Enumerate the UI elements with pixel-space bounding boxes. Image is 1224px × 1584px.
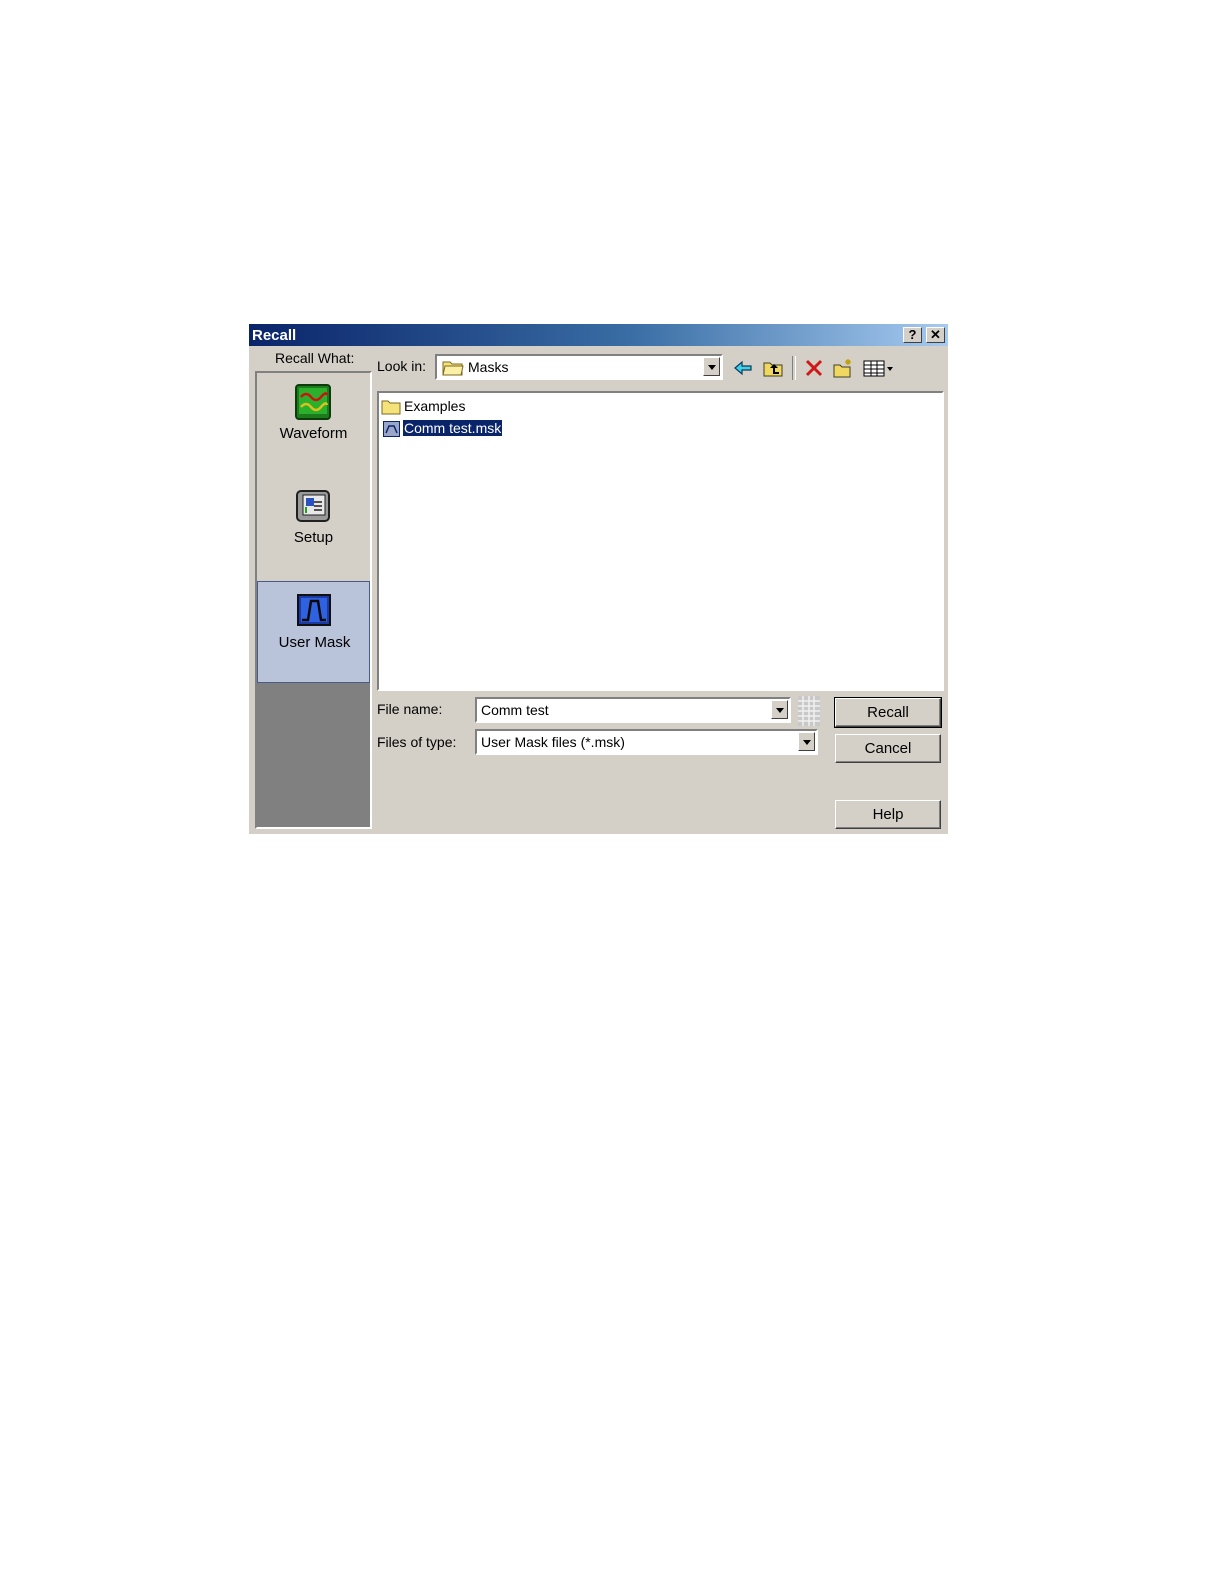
files-of-type-value: User Mask files (*.msk): [481, 734, 625, 750]
mask-file-icon: [383, 421, 400, 437]
back-arrow-icon[interactable]: [732, 357, 754, 379]
file-list[interactable]: Examples Comm test.msk: [377, 391, 944, 691]
files-of-type-dropdown-arrow[interactable]: [798, 732, 815, 751]
look-in-label: Look in:: [377, 358, 427, 374]
recall-what-user-mask[interactable]: User Mask: [257, 581, 370, 683]
file-name-input[interactable]: Comm test: [475, 697, 791, 723]
dialog-title: Recall: [252, 327, 297, 344]
file-name-value: Comm test: [481, 702, 549, 718]
folder-icon: [381, 400, 401, 415]
waveform-icon: [295, 384, 331, 420]
file-name-label: Comm test.msk: [401, 419, 504, 437]
setup-label: Setup: [293, 529, 334, 546]
recall-what-waveform[interactable]: Waveform: [257, 373, 370, 475]
help-caption-button[interactable]: ?: [903, 327, 922, 343]
recall-what-panel: Waveform Setup User Mask: [255, 371, 372, 829]
files-of-type-label: Files of type:: [377, 734, 457, 750]
file-name-label: Examples: [404, 398, 466, 414]
help-button[interactable]: Help: [835, 800, 941, 829]
recall-dialog: Recall ? ✕ Recall What: Waveform Setup U…: [249, 324, 948, 834]
user-mask-icon: [297, 594, 331, 626]
title-bar[interactable]: Recall ? ✕: [249, 324, 948, 346]
look-in-value: Masks: [468, 359, 509, 375]
toolbar-separator: [792, 356, 796, 380]
user-mask-label: User Mask: [278, 634, 351, 651]
file-name-label: File name:: [377, 701, 443, 717]
recall-what-setup[interactable]: Setup: [257, 477, 370, 579]
close-button[interactable]: ✕: [926, 327, 945, 343]
grid-icon: [798, 696, 820, 726]
cancel-button[interactable]: Cancel: [835, 734, 941, 763]
waveform-label: Waveform: [279, 425, 348, 442]
view-menu-icon[interactable]: [862, 357, 896, 379]
setup-icon: [296, 490, 330, 522]
up-folder-icon[interactable]: [762, 357, 784, 379]
delete-icon[interactable]: [803, 357, 825, 379]
recall-button[interactable]: Recall: [834, 697, 942, 728]
recall-what-label: Recall What:: [275, 350, 355, 366]
file-name-dropdown-arrow[interactable]: [771, 700, 788, 719]
new-folder-icon[interactable]: [832, 357, 854, 379]
look-in-dropdown[interactable]: Masks: [435, 354, 723, 380]
look-in-dropdown-arrow[interactable]: [703, 357, 720, 376]
files-of-type-dropdown[interactable]: User Mask files (*.msk): [475, 729, 818, 755]
folder-icon: [442, 361, 464, 376]
